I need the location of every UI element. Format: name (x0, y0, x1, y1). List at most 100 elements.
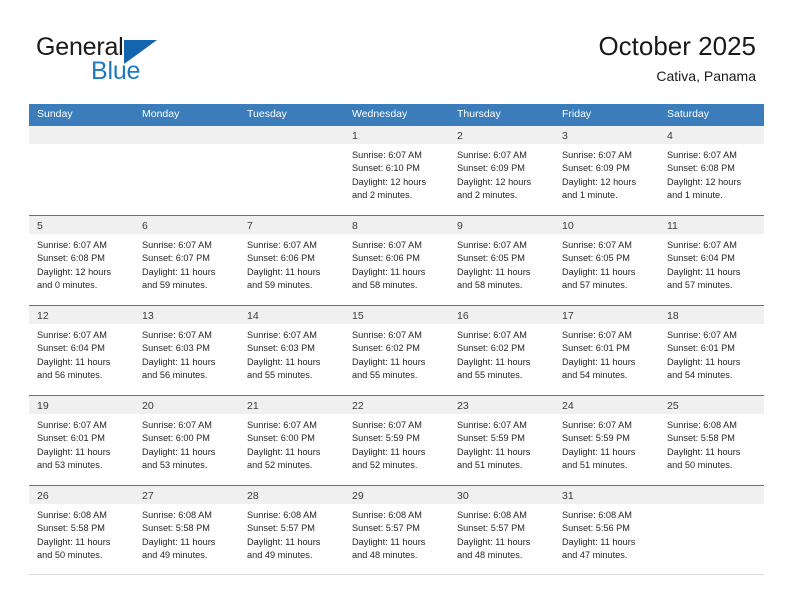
calendar-day-cell[interactable]: 28 Sunrise: 6:08 AM Sunset: 5:57 PM Dayligh… (239, 486, 344, 574)
sunset-text: Sunset: 6:00 PM (142, 433, 210, 444)
day-details: Sunrise: 6:07 AM Sunset: 6:09 PM Daylight:… (554, 144, 659, 203)
sunset-text: Sunset: 6:02 PM (457, 343, 525, 354)
sunset-text: Sunset: 6:06 PM (352, 253, 420, 264)
daylight-text-cont: and 53 minutes. (142, 460, 208, 471)
day-number: 16 (457, 310, 469, 322)
calendar-day-cell[interactable]: 30 Sunrise: 6:08 AM Sunset: 5:57 PM Dayligh… (449, 486, 554, 574)
day-number-band: 28 (239, 486, 344, 504)
calendar-page: General Blue October 2025 Cativa, Panama… (0, 0, 792, 612)
calendar-day-cell[interactable]: 15 Sunrise: 6:07 AM Sunset: 6:02 PM Dayligh… (344, 306, 449, 395)
day-details: Sunrise: 6:07 AM Sunset: 6:09 PM Daylight:… (449, 144, 554, 203)
day-number-band: 8 (344, 216, 449, 234)
daylight-text-cont: and 59 minutes. (142, 280, 208, 291)
sunset-text: Sunset: 6:03 PM (142, 343, 210, 354)
calendar-day-cell[interactable]: 9 Sunrise: 6:07 AM Sunset: 6:05 PM Daylight… (449, 216, 554, 305)
calendar-day-cell[interactable]: 1 Sunrise: 6:07 AM Sunset: 6:10 PM Daylight… (344, 126, 449, 215)
calendar-day-cell[interactable]: 7 Sunrise: 6:07 AM Sunset: 6:06 PM Daylight… (239, 216, 344, 305)
daylight-text: Daylight: 11 hours (457, 536, 531, 547)
sunset-text: Sunset: 6:06 PM (247, 253, 315, 264)
day-number: 31 (562, 490, 574, 502)
daylight-text: Daylight: 11 hours (37, 536, 111, 547)
calendar-day-cell[interactable]: 11 Sunrise: 6:07 AM Sunset: 6:04 PM Dayligh… (659, 216, 764, 305)
calendar-day-cell[interactable]: 24 Sunrise: 6:07 AM Sunset: 5:59 PM Dayligh… (554, 396, 659, 485)
day-details: Sunrise: 6:07 AM Sunset: 6:06 PM Daylight:… (239, 234, 344, 293)
day-number: 27 (142, 490, 154, 502)
sunset-text: Sunset: 6:03 PM (247, 343, 315, 354)
calendar-day-cell[interactable]: 20 Sunrise: 6:07 AM Sunset: 6:00 PM Dayligh… (134, 396, 239, 485)
calendar-day-cell[interactable]: 2 Sunrise: 6:07 AM Sunset: 6:09 PM Daylight… (449, 126, 554, 215)
daylight-text: Daylight: 11 hours (352, 266, 426, 277)
sunrise-text: Sunrise: 6:07 AM (457, 420, 527, 430)
sunrise-text: Sunrise: 6:07 AM (667, 240, 737, 250)
calendar-day-cell[interactable]: 31 Sunrise: 6:08 AM Sunset: 5:56 PM Dayligh… (554, 486, 659, 574)
sunrise-text: Sunrise: 6:07 AM (457, 330, 527, 340)
calendar-day-cell[interactable]: 18 Sunrise: 6:07 AM Sunset: 6:01 PM Dayligh… (659, 306, 764, 395)
calendar-day-cell[interactable]: 25 Sunrise: 6:08 AM Sunset: 5:58 PM Dayligh… (659, 396, 764, 485)
sunset-text: Sunset: 6:08 PM (667, 163, 735, 174)
day-number: 9 (457, 220, 463, 232)
day-number-band: 7 (239, 216, 344, 234)
logo-text-blue: Blue (91, 57, 141, 85)
day-details (239, 144, 344, 149)
sunset-text: Sunset: 6:09 PM (457, 163, 525, 174)
day-details: Sunrise: 6:07 AM Sunset: 6:02 PM Daylight:… (344, 324, 449, 383)
day-number: 30 (457, 490, 469, 502)
daylight-text-cont: and 58 minutes. (457, 280, 523, 291)
calendar-day-cell[interactable]: 13 Sunrise: 6:07 AM Sunset: 6:03 PM Dayligh… (134, 306, 239, 395)
day-details: Sunrise: 6:08 AM Sunset: 5:58 PM Daylight:… (29, 504, 134, 563)
day-details: Sunrise: 6:07 AM Sunset: 5:59 PM Daylight:… (344, 414, 449, 473)
daylight-text-cont: and 57 minutes. (667, 280, 733, 291)
day-number-band: 19 (29, 396, 134, 414)
calendar-day-cell[interactable]: 27 Sunrise: 6:08 AM Sunset: 5:58 PM Dayligh… (134, 486, 239, 574)
daylight-text-cont: and 1 minute. (562, 190, 618, 201)
sunrise-text: Sunrise: 6:08 AM (667, 420, 737, 430)
calendar-day-cell[interactable]: 29 Sunrise: 6:08 AM Sunset: 5:57 PM Dayligh… (344, 486, 449, 574)
day-number: 6 (142, 220, 148, 232)
calendar-week-row: 5 Sunrise: 6:07 AM Sunset: 6:08 PM Daylight… (29, 215, 764, 305)
calendar-day-cell[interactable]: 17 Sunrise: 6:07 AM Sunset: 6:01 PM Dayligh… (554, 306, 659, 395)
calendar-day-cell-empty (659, 486, 764, 574)
calendar-day-cell[interactable]: 5 Sunrise: 6:07 AM Sunset: 6:08 PM Daylight… (29, 216, 134, 305)
calendar-day-cell[interactable]: 22 Sunrise: 6:07 AM Sunset: 5:59 PM Dayligh… (344, 396, 449, 485)
calendar-day-cell[interactable]: 26 Sunrise: 6:08 AM Sunset: 5:58 PM Dayligh… (29, 486, 134, 574)
day-number: 23 (457, 400, 469, 412)
day-number: 14 (247, 310, 259, 322)
calendar-day-cell[interactable]: 21 Sunrise: 6:07 AM Sunset: 6:00 PM Dayligh… (239, 396, 344, 485)
daylight-text: Daylight: 11 hours (457, 356, 531, 367)
sunrise-text: Sunrise: 6:07 AM (562, 150, 632, 160)
calendar-day-cell[interactable]: 8 Sunrise: 6:07 AM Sunset: 6:06 PM Daylight… (344, 216, 449, 305)
day-number-band: 22 (344, 396, 449, 414)
day-number-band: 23 (449, 396, 554, 414)
calendar-day-cell[interactable]: 10 Sunrise: 6:07 AM Sunset: 6:05 PM Dayligh… (554, 216, 659, 305)
calendar-day-cell-empty (29, 126, 134, 215)
sunset-text: Sunset: 6:10 PM (352, 163, 420, 174)
sunset-text: Sunset: 5:57 PM (247, 523, 315, 534)
day-number-band: 27 (134, 486, 239, 504)
sunrise-text: Sunrise: 6:07 AM (142, 240, 212, 250)
day-details (29, 144, 134, 149)
sunset-text: Sunset: 5:58 PM (667, 433, 735, 444)
calendar-day-cell[interactable]: 19 Sunrise: 6:07 AM Sunset: 6:01 PM Dayligh… (29, 396, 134, 485)
calendar-day-cell[interactable]: 23 Sunrise: 6:07 AM Sunset: 5:59 PM Dayligh… (449, 396, 554, 485)
sunrise-text: Sunrise: 6:07 AM (352, 150, 422, 160)
calendar-day-cell[interactable]: 12 Sunrise: 6:07 AM Sunset: 6:04 PM Dayligh… (29, 306, 134, 395)
sunrise-text: Sunrise: 6:07 AM (37, 420, 107, 430)
day-number-band: 13 (134, 306, 239, 324)
calendar-day-cell[interactable]: 16 Sunrise: 6:07 AM Sunset: 6:02 PM Dayligh… (449, 306, 554, 395)
sunrise-text: Sunrise: 6:07 AM (247, 330, 317, 340)
daylight-text: Daylight: 11 hours (247, 356, 321, 367)
sunrise-text: Sunrise: 6:07 AM (352, 240, 422, 250)
day-number: 19 (37, 400, 49, 412)
calendar-day-cell[interactable]: 14 Sunrise: 6:07 AM Sunset: 6:03 PM Dayligh… (239, 306, 344, 395)
calendar-day-cell[interactable]: 6 Sunrise: 6:07 AM Sunset: 6:07 PM Daylight… (134, 216, 239, 305)
day-details: Sunrise: 6:07 AM Sunset: 6:05 PM Daylight:… (449, 234, 554, 293)
calendar-day-cell[interactable]: 3 Sunrise: 6:07 AM Sunset: 6:09 PM Daylight… (554, 126, 659, 215)
sunrise-text: Sunrise: 6:07 AM (562, 420, 632, 430)
calendar-day-cell[interactable]: 4 Sunrise: 6:07 AM Sunset: 6:08 PM Daylight… (659, 126, 764, 215)
day-details: Sunrise: 6:07 AM Sunset: 6:01 PM Daylight:… (554, 324, 659, 383)
general-blue-logo[interactable]: General Blue (36, 33, 236, 91)
day-number-band: 31 (554, 486, 659, 504)
page-title: October 2025 (598, 31, 756, 61)
daylight-text: Daylight: 11 hours (667, 446, 741, 457)
daylight-text: Daylight: 12 hours (667, 176, 742, 187)
